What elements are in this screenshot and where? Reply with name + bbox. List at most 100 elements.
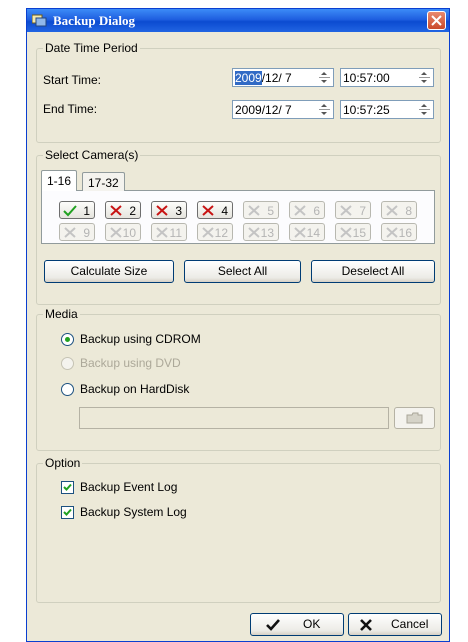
- end-date-field[interactable]: 2009/12/ 7: [232, 100, 334, 119]
- camera-number: 7: [359, 204, 366, 218]
- harddisk-path-input[interactable]: [79, 407, 389, 429]
- start-date-year-selected: 2009: [235, 71, 262, 85]
- spin-down-icon[interactable]: [417, 78, 432, 86]
- camera-number: 14: [306, 226, 320, 240]
- date-time-period-group: Date Time Period: [36, 41, 441, 143]
- select-cameras-legend: Select Camera(s): [43, 148, 141, 162]
- checkmark-icon: [266, 619, 280, 631]
- end-time-spinner[interactable]: [417, 102, 432, 117]
- cross-icon: [202, 205, 214, 216]
- cross-icon: [294, 227, 306, 238]
- spin-down-icon[interactable]: [417, 110, 432, 118]
- camera-2-toggle[interactable]: 2: [105, 201, 141, 219]
- cross-icon: [156, 227, 168, 238]
- event-log-checkbox[interactable]: [61, 481, 74, 494]
- start-time-spinner[interactable]: [417, 70, 432, 85]
- camera-number: 3: [175, 204, 182, 218]
- harddisk-label[interactable]: Backup on HardDisk: [80, 382, 189, 396]
- cancel-label: Cancel: [391, 617, 429, 631]
- dvd-radio: [61, 357, 74, 370]
- camera-4-toggle[interactable]: 4: [197, 201, 233, 219]
- spin-down-icon[interactable]: [317, 78, 332, 86]
- camera-number: 11: [169, 226, 182, 240]
- tab-1-16[interactable]: 1-16: [41, 170, 78, 191]
- checkmark-icon: [63, 483, 72, 491]
- cross-icon: [386, 227, 398, 238]
- camera-number: 15: [352, 226, 366, 240]
- camera-3-toggle[interactable]: 3: [151, 201, 187, 219]
- tab-17-32[interactable]: 17-32: [82, 172, 125, 191]
- cross-icon: [294, 205, 306, 216]
- folder-open-icon: [406, 412, 423, 424]
- camera-number: 6: [313, 204, 320, 218]
- camera-number: 2: [129, 204, 136, 218]
- title-bar[interactable]: Backup Dialog: [27, 9, 449, 32]
- end-date-value: 2009/12/ 7: [235, 103, 292, 117]
- checkmark-icon: [63, 205, 77, 217]
- dvd-label: Backup using DVD: [80, 356, 181, 370]
- camera-number: 9: [83, 226, 90, 240]
- cross-icon: [386, 205, 398, 216]
- end-time-label: End Time:: [43, 102, 98, 116]
- camera-6-toggle: 6: [289, 201, 325, 219]
- camera-number: 4: [221, 204, 228, 218]
- close-button[interactable]: [427, 11, 446, 30]
- cross-icon: [248, 205, 260, 216]
- camera-number: 16: [398, 226, 412, 240]
- cross-icon: [156, 205, 168, 216]
- ok-label: OK: [303, 617, 321, 631]
- end-date-spinner[interactable]: [317, 102, 332, 117]
- event-log-label[interactable]: Backup Event Log: [80, 480, 177, 494]
- camera-14-toggle: 14: [289, 223, 325, 241]
- backup-app-icon: [32, 14, 47, 27]
- backup-dialog: Backup Dialog Date Time Period Start Tim…: [26, 8, 450, 642]
- cdrom-label[interactable]: Backup using CDROM: [80, 332, 201, 346]
- camera-number: 8: [405, 204, 412, 218]
- start-date-rest: /12/ 7: [261, 71, 292, 85]
- cross-icon: [248, 227, 260, 238]
- system-log-label[interactable]: Backup System Log: [80, 505, 187, 519]
- start-time-label: Start Time:: [43, 73, 102, 87]
- checkmark-icon: [63, 508, 72, 516]
- select-all-button[interactable]: Select All: [184, 260, 301, 283]
- camera-11-toggle: 11: [151, 223, 187, 241]
- camera-number: 13: [260, 226, 274, 240]
- start-time-field[interactable]: 10:57:00: [340, 68, 434, 87]
- cross-icon: [110, 205, 122, 216]
- calculate-size-label: Calculate Size: [70, 264, 148, 278]
- camera-13-toggle: 13: [243, 223, 279, 241]
- spin-down-icon[interactable]: [317, 110, 332, 118]
- start-time-value: 10:57:00: [343, 71, 390, 85]
- date-time-period-legend: Date Time Period: [43, 41, 140, 55]
- end-time-value: 10:57:25: [343, 103, 390, 117]
- cross-icon: [202, 227, 214, 238]
- harddisk-radio[interactable]: [61, 383, 74, 396]
- tab-17-32-label: 17-32: [88, 176, 119, 190]
- dialog-title: Backup Dialog: [53, 13, 135, 28]
- camera-10-toggle: 10: [105, 223, 141, 241]
- close-icon: [431, 15, 442, 26]
- system-log-checkbox[interactable]: [61, 506, 74, 519]
- camera-number: 1: [83, 204, 90, 218]
- media-legend: Media: [43, 307, 80, 321]
- cross-icon: [340, 205, 352, 216]
- camera-12-toggle: 12: [197, 223, 233, 241]
- camera-5-toggle: 5: [243, 201, 279, 219]
- start-date-field[interactable]: 2009/12/ 7: [232, 68, 334, 87]
- cancel-button[interactable]: Cancel: [348, 613, 442, 636]
- end-time-field[interactable]: 10:57:25: [340, 100, 434, 119]
- ok-button[interactable]: OK: [250, 613, 344, 636]
- cdrom-radio[interactable]: [61, 333, 74, 346]
- camera-16-toggle: 16: [381, 223, 417, 241]
- deselect-all-button[interactable]: Deselect All: [311, 260, 435, 283]
- tab-1-16-label: 1-16: [47, 174, 72, 188]
- cross-icon: [340, 227, 352, 238]
- camera-number: 5: [267, 204, 274, 218]
- camera-15-toggle: 15: [335, 223, 371, 241]
- start-date-spinner[interactable]: [317, 70, 332, 85]
- browse-folder-button[interactable]: [394, 407, 435, 429]
- camera-1-toggle[interactable]: 1: [59, 201, 95, 219]
- option-legend: Option: [43, 456, 83, 470]
- calculate-size-button[interactable]: Calculate Size: [44, 260, 174, 283]
- camera-tab-panel: [41, 190, 435, 244]
